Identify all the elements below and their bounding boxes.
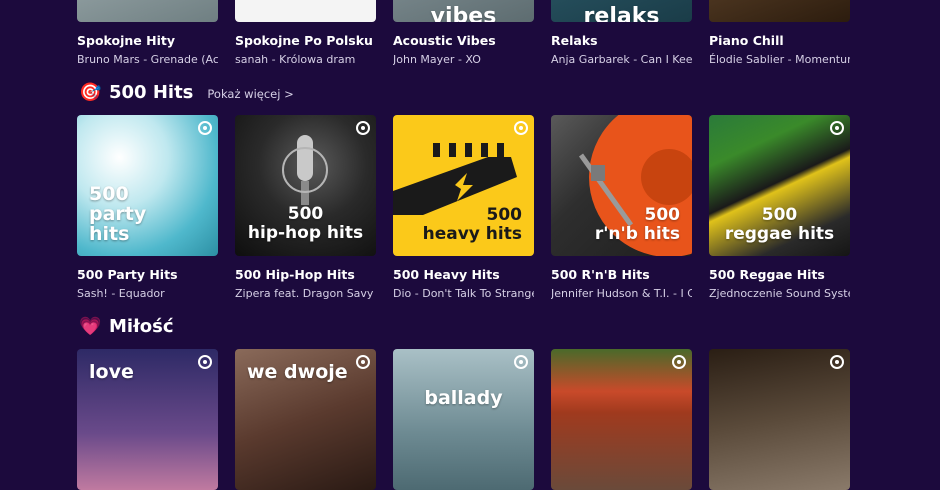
cover-text: relaks xyxy=(583,4,660,23)
playlist-subtitle: Anja Garbarek - Can I Keep I xyxy=(551,53,692,66)
playlist-cover[interactable] xyxy=(551,349,692,490)
top-playlist-row: Spokojne Hity Bruno Mars - Grenade (Acou… xyxy=(77,0,850,66)
cover-text: we dwoje xyxy=(247,361,348,383)
cover-text: love xyxy=(89,361,134,383)
cover-text: 500 heavy hits xyxy=(422,205,522,244)
cover-text: 500 reggae hits xyxy=(724,205,835,244)
playlist-cover[interactable]: relaks xyxy=(551,0,692,22)
cover-text: 500 hip-hop hits xyxy=(247,204,364,243)
playlist-card[interactable]: love xyxy=(77,349,218,490)
playlist-card[interactable]: Piano Chill Élodie Sablier - Momentum xyxy=(709,0,850,66)
playlist-card[interactable] xyxy=(551,349,692,490)
playlist-cover[interactable]: 500 r'n'b hits xyxy=(551,115,692,256)
playlist-cover[interactable]: 500 party hits xyxy=(77,115,218,256)
playlist-title[interactable]: Piano Chill xyxy=(709,33,850,48)
radio-icon[interactable] xyxy=(514,355,528,369)
playlist-cover[interactable]: 500 heavy hits xyxy=(393,115,534,256)
playlist-cover[interactable]: ballady xyxy=(393,349,534,490)
playlist-title[interactable]: Spokojne Hity xyxy=(77,33,218,48)
playlist-cover[interactable]: 500 hip-hop hits xyxy=(235,115,376,256)
playlist-card[interactable]: we dwoje xyxy=(235,349,376,490)
playlist-cover[interactable] xyxy=(709,349,850,490)
radio-icon[interactable] xyxy=(830,121,844,135)
playlist-subtitle: Zipera feat. Dragon Savy & T xyxy=(235,287,376,300)
radio-icon[interactable] xyxy=(198,121,212,135)
playlist-card[interactable] xyxy=(709,349,850,490)
playlist-cover[interactable] xyxy=(709,0,850,22)
playlist-title[interactable]: 500 Party Hits xyxy=(77,267,218,282)
playlist-title[interactable]: 500 Reggae Hits xyxy=(709,267,850,282)
playlist-cover[interactable]: love xyxy=(77,349,218,490)
playlist-card[interactable]: 500 heavy hits 500 Heavy Hits Dio - Don't… xyxy=(393,115,534,300)
playlist-cover[interactable] xyxy=(77,0,218,22)
playlist-title[interactable]: Acoustic Vibes xyxy=(393,33,534,48)
playlist-subtitle: John Mayer - XO xyxy=(393,53,481,66)
target-icon: 🎯 xyxy=(79,82,102,103)
playlist-title[interactable]: Spokojne Po Polsku xyxy=(235,33,376,48)
playlist-cover[interactable]: we dwoje xyxy=(235,349,376,490)
playlist-card[interactable]: 500 party hits 500 Party Hits Sash! - Equa… xyxy=(77,115,218,300)
playlist-subtitle: Élodie Sablier - Momentum xyxy=(709,53,850,66)
playlist-title[interactable]: 500 Hip-Hop Hits xyxy=(235,267,376,282)
playlist-subtitle: Jennifer Hudson & T.I. - I Ca xyxy=(551,287,692,300)
radio-icon[interactable] xyxy=(672,355,686,369)
radio-icon[interactable] xyxy=(198,355,212,369)
playlist-cover[interactable]: 500 reggae hits xyxy=(709,115,850,256)
playlist-subtitle: Sash! - Equador xyxy=(77,287,165,300)
playlist-card[interactable]: vibes Acoustic Vibes John Mayer - XO xyxy=(393,0,534,66)
playlist-title[interactable]: 500 Heavy Hits xyxy=(393,267,534,282)
section-title: 500 Hits xyxy=(109,82,194,103)
playlist-subtitle: sanah - Królowa dram xyxy=(235,53,356,66)
playlist-subtitle: Bruno Mars - Grenade (Acou xyxy=(77,53,218,66)
playlist-card[interactable]: Spokojne Po Polsku sanah - Królowa dram xyxy=(235,0,376,66)
playlist-card[interactable]: 500 hip-hop hits 500 Hip-Hop Hits Zipera … xyxy=(235,115,376,300)
cover-text: ballady xyxy=(424,387,503,409)
playlist-card[interactable]: 500 r'n'b hits 500 R'n'B Hits Jennifer Hu… xyxy=(551,115,692,300)
show-more-link[interactable]: Pokaż więcej > xyxy=(207,87,293,101)
cover-text: 500 party hits xyxy=(89,183,147,245)
section-header-500-hits: 🎯 500 Hits Pokaż więcej > xyxy=(79,82,294,103)
playlist-cover[interactable]: vibes xyxy=(393,0,534,22)
cover-text: 500 r'n'b hits xyxy=(594,205,680,244)
section-header-milosc: 💗 Miłość xyxy=(79,316,174,337)
playlist-card[interactable]: ballady xyxy=(393,349,534,490)
playlist-card[interactable]: Spokojne Hity Bruno Mars - Grenade (Acou xyxy=(77,0,218,66)
heart-icon: 💗 xyxy=(79,316,102,337)
cover-text: vibes xyxy=(430,4,497,23)
playlist-card[interactable]: 500 reggae hits 500 Reggae Hits Zjednocze… xyxy=(709,115,850,300)
radio-icon[interactable] xyxy=(356,355,370,369)
radio-icon[interactable] xyxy=(830,355,844,369)
playlist-subtitle: Dio - Don't Talk To Strangers xyxy=(393,287,534,300)
love-playlist-row: love we dwoje ballady xyxy=(77,349,850,490)
playlist-title[interactable]: Relaks xyxy=(551,33,692,48)
hits-playlist-row: 500 party hits 500 Party Hits Sash! - Equa… xyxy=(77,115,850,300)
playlist-title[interactable]: 500 R'n'B Hits xyxy=(551,267,692,282)
section-title: Miłość xyxy=(109,316,174,337)
playlist-cover[interactable] xyxy=(235,0,376,22)
playlist-card[interactable]: relaks Relaks Anja Garbarek - Can I Keep… xyxy=(551,0,692,66)
playlist-subtitle: Zjednoczenie Sound System xyxy=(709,287,850,300)
